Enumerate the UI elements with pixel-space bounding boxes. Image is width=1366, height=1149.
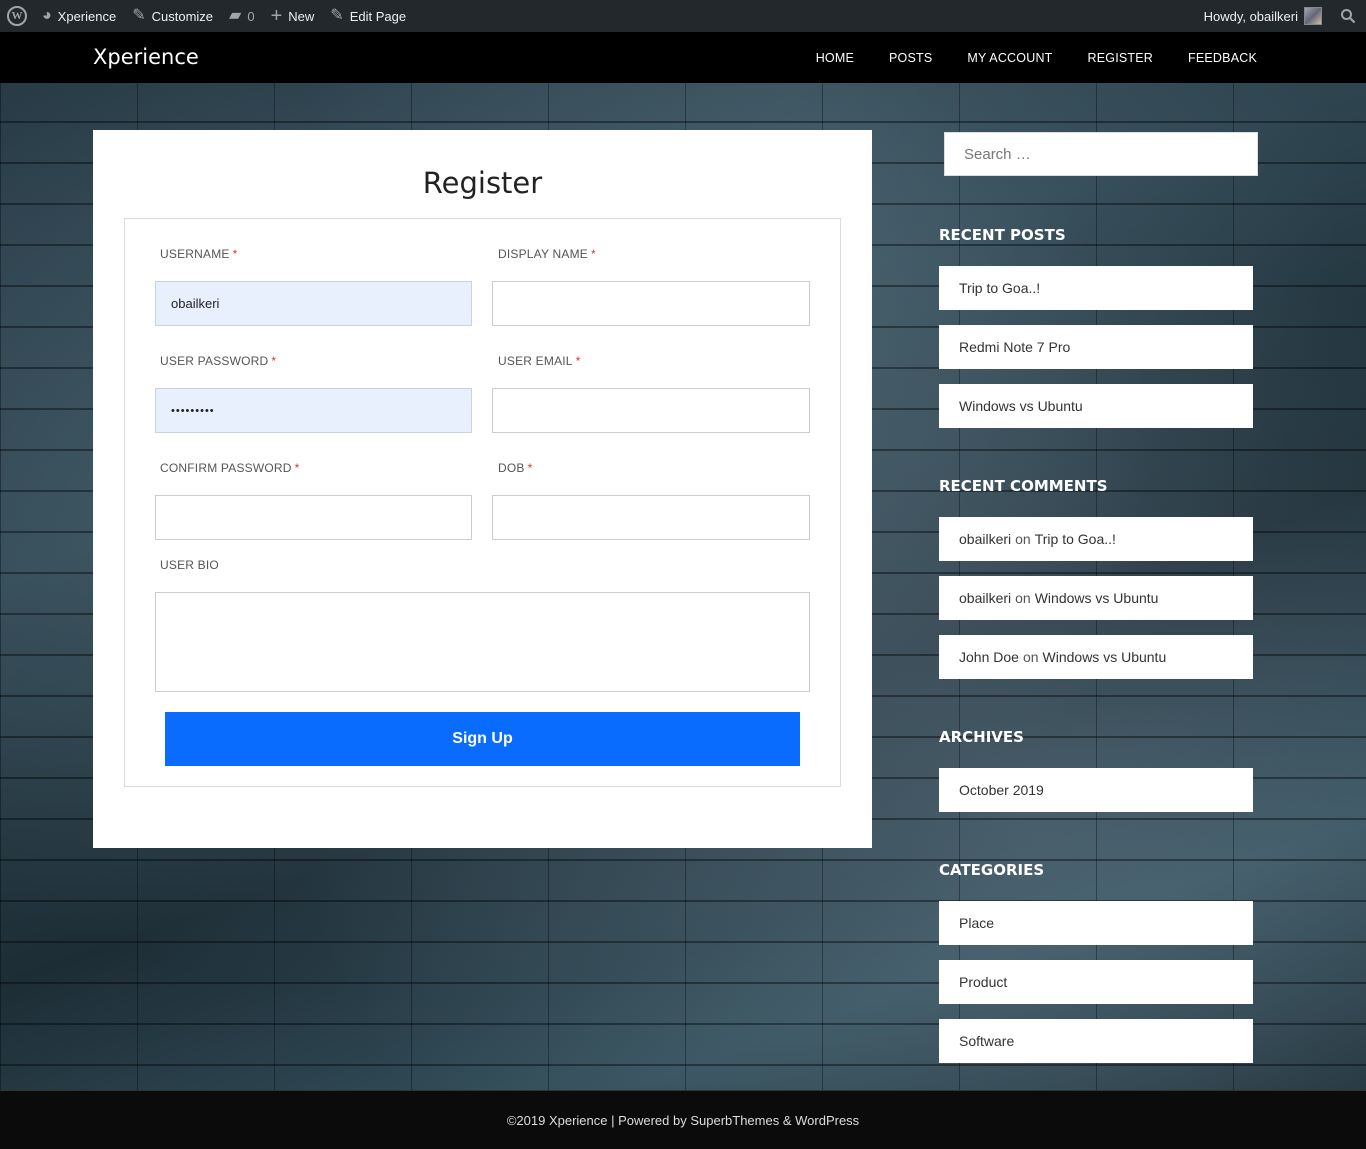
comment-author[interactable]: obailkeri — [959, 590, 1011, 606]
admin-search[interactable] — [1330, 0, 1366, 32]
category-item[interactable]: Software — [939, 1019, 1253, 1063]
username-field[interactable]: obailkeri — [155, 281, 472, 326]
admin-howdy-label: Howdy, obailkeri — [1203, 8, 1298, 24]
email-field[interactable] — [492, 388, 810, 433]
admin-edit-page[interactable]: ✎ Edit Page — [322, 0, 414, 32]
wordpress-menu[interactable]: W — [0, 0, 34, 32]
footer-credits: ©2019 Xperience | Powered by SuperbTheme… — [506, 1112, 860, 1128]
search-icon — [1341, 9, 1356, 24]
paintbrush-icon: ✎ — [132, 7, 146, 24]
display-name-field[interactable] — [492, 281, 810, 326]
comment-post-link[interactable]: Trip to Goa..! — [1035, 531, 1116, 547]
site-title[interactable]: Xperience — [93, 45, 199, 69]
archives-title: ARCHIVES — [939, 728, 1024, 746]
comment-post-link[interactable]: Windows vs Ubuntu — [1035, 590, 1159, 606]
confirm-password-label: CONFIRM PASSWORD * — [160, 461, 300, 475]
comment-author[interactable]: obailkeri — [959, 531, 1011, 547]
comment-post-link[interactable]: Windows vs Ubuntu — [1043, 649, 1167, 665]
site-footer: ©2019 Xperience | Powered by SuperbTheme… — [0, 1090, 1366, 1149]
recent-post-item[interactable]: Trip to Goa..! — [939, 266, 1253, 310]
admin-bar: W ◕ Xperience ✎ Customize ▰ 0 + New ✎ Ed… — [0, 0, 1366, 32]
bio-textarea[interactable] — [155, 592, 810, 692]
admin-new[interactable]: + New — [263, 0, 323, 32]
admin-customize-label: Customize — [151, 8, 214, 24]
display-name-label: DISPLAY NAME * — [498, 247, 596, 261]
plus-icon: + — [270, 5, 283, 27]
nav-item-feedback[interactable]: FEEDBACK — [1188, 51, 1257, 65]
dob-label: DOB * — [498, 461, 533, 475]
archive-item[interactable]: October 2019 — [939, 768, 1253, 812]
comment-icon: ▰ — [229, 7, 242, 24]
admin-site-name-label: Xperience — [57, 8, 117, 24]
admin-comments-count: 0 — [247, 8, 255, 24]
sign-up-button[interactable]: Sign Up — [165, 712, 800, 766]
register-form: USERNAME * DISPLAY NAME * obailkeri USER P… — [124, 218, 841, 787]
category-item[interactable]: Place — [939, 901, 1253, 945]
avatar — [1304, 7, 1322, 25]
admin-site-name[interactable]: ◕ Xperience — [34, 0, 124, 32]
confirm-password-field[interactable] — [155, 495, 472, 540]
recent-posts-title: RECENT POSTS — [939, 226, 1066, 244]
search-input[interactable]: Search … — [944, 132, 1258, 176]
pencil-icon: ✎ — [330, 7, 344, 24]
dob-field[interactable] — [492, 495, 810, 540]
admin-account[interactable]: Howdy, obailkeri — [1196, 0, 1330, 32]
recent-comment-item: John Doe on Windows vs Ubuntu — [939, 635, 1253, 679]
nav-item-register[interactable]: REGISTER — [1088, 51, 1154, 65]
register-card: Register USERNAME * DISPLAY NAME * obailke… — [93, 130, 872, 848]
comment-on-text: on — [1015, 590, 1031, 606]
comment-author[interactable]: John Doe — [959, 649, 1019, 665]
site-header: Xperience HOME POSTS MY ACCOUNT REGISTER… — [0, 32, 1366, 83]
password-field[interactable]: ••••••••• — [155, 388, 472, 433]
admin-customize[interactable]: ✎ Customize — [124, 0, 221, 32]
categories-title: CATEGORIES — [939, 861, 1045, 879]
recent-comment-item: obailkeri on Trip to Goa..! — [939, 517, 1253, 561]
comment-on-text: on — [1015, 531, 1031, 547]
admin-new-label: New — [288, 8, 315, 24]
bio-label: USER BIO — [160, 558, 219, 572]
main-nav: HOME POSTS MY ACCOUNT REGISTER FEEDBACK — [816, 32, 1257, 83]
category-item[interactable]: Product — [939, 960, 1253, 1004]
dashboard-icon: ◕ — [42, 7, 52, 24]
nav-item-posts[interactable]: POSTS — [889, 51, 932, 65]
email-label: USER EMAIL * — [498, 354, 581, 368]
username-label: USERNAME * — [160, 247, 238, 261]
recent-comments-title: RECENT COMMENTS — [939, 477, 1108, 495]
recent-comment-item: obailkeri on Windows vs Ubuntu — [939, 576, 1253, 620]
page-title: Register — [422, 166, 543, 200]
admin-comments[interactable]: ▰ 0 — [221, 0, 263, 32]
password-label: USER PASSWORD * — [160, 354, 277, 368]
comment-on-text: on — [1022, 649, 1039, 665]
nav-item-home[interactable]: HOME — [816, 51, 854, 65]
recent-post-item[interactable]: Windows vs Ubuntu — [939, 384, 1253, 428]
recent-post-item[interactable]: Redmi Note 7 Pro — [939, 325, 1253, 369]
wordpress-logo-icon: W — [7, 6, 27, 26]
nav-item-my-account[interactable]: MY ACCOUNT — [967, 51, 1052, 65]
admin-edit-page-label: Edit Page — [349, 8, 407, 24]
